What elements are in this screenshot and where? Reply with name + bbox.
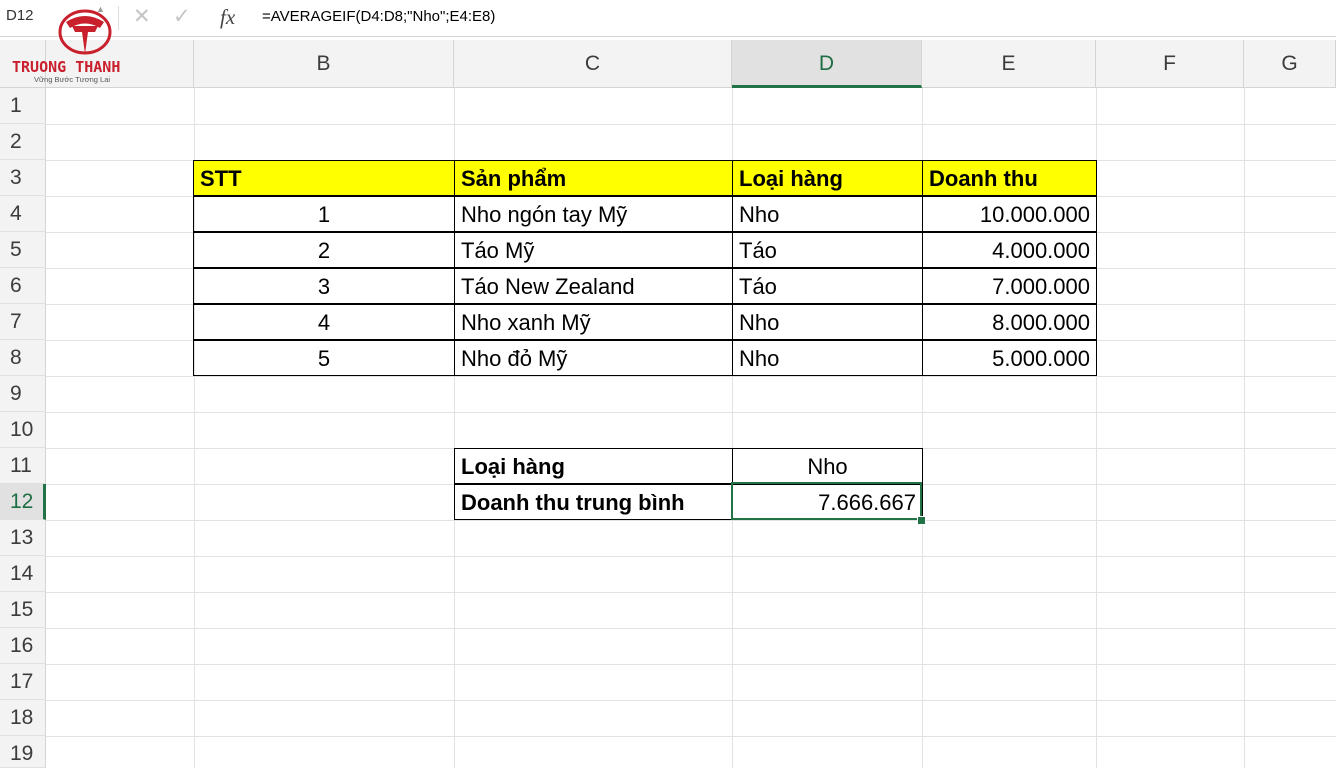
gridline	[46, 412, 1336, 413]
spreadsheet-grid: B C D E F G 1 2 3 4 5 6 7 8 9 10 11 12 1…	[0, 40, 1336, 768]
logo-subtitle: Vững Bước Tương Lai	[34, 75, 111, 84]
table-cell-type[interactable]: Nho	[732, 196, 923, 232]
fill-handle[interactable]	[917, 516, 926, 525]
table-cell-stt[interactable]: 2	[193, 232, 455, 268]
table-cell-type[interactable]: Táo	[732, 268, 923, 304]
table-cell-revenue[interactable]: 7.000.000	[922, 268, 1097, 304]
column-header-d[interactable]: D	[732, 40, 922, 88]
summary-average-label[interactable]: Doanh thu trung bình	[454, 484, 733, 520]
row-header[interactable]: 15	[0, 592, 46, 628]
row-header[interactable]: 9	[0, 376, 46, 412]
table-cell-stt[interactable]: 5	[193, 340, 455, 376]
row-header[interactable]: 8	[0, 340, 46, 376]
row-header[interactable]: 6	[0, 268, 46, 304]
column-header-b[interactable]: B	[194, 40, 454, 88]
row-header[interactable]: 3	[0, 160, 46, 196]
table-cell-product[interactable]: Nho xanh Mỹ	[454, 304, 733, 340]
table-cell-stt[interactable]: 3	[193, 268, 455, 304]
row-header[interactable]: 13	[0, 520, 46, 556]
row-header[interactable]: 14	[0, 556, 46, 592]
gridline	[1244, 88, 1245, 768]
summary-type-label[interactable]: Loại hàng	[454, 448, 733, 484]
row-header[interactable]: 10	[0, 412, 46, 448]
row-header[interactable]: 4	[0, 196, 46, 232]
table-header-product[interactable]: Sản phẩm	[454, 160, 733, 196]
table-cell-product[interactable]: Táo New Zealand	[454, 268, 733, 304]
table-header-revenue[interactable]: Doanh thu	[922, 160, 1097, 196]
table-cell-revenue[interactable]: 8.000.000	[922, 304, 1097, 340]
row-header[interactable]: 11	[0, 448, 46, 484]
row-header[interactable]: 2	[0, 124, 46, 160]
gridline	[46, 376, 1336, 377]
table-cell-type[interactable]: Nho	[732, 304, 923, 340]
gridline	[46, 736, 1336, 737]
summary-average-value[interactable]: 7.666.667	[732, 484, 923, 520]
table-cell-revenue[interactable]: 5.000.000	[922, 340, 1097, 376]
row-header[interactable]: 17	[0, 664, 46, 700]
logo-title: TRUONG THANH	[12, 58, 121, 76]
gridline	[46, 592, 1336, 593]
table-cell-stt[interactable]: 4	[193, 304, 455, 340]
summary-type-value[interactable]: Nho	[732, 448, 923, 484]
column-header-g[interactable]: G	[1244, 40, 1336, 88]
row-header[interactable]: 7	[0, 304, 46, 340]
gridline	[46, 664, 1336, 665]
row-header[interactable]: 5	[0, 232, 46, 268]
table-cell-product[interactable]: Nho đỏ Mỹ	[454, 340, 733, 376]
column-header-c[interactable]: C	[454, 40, 732, 88]
gridline	[46, 124, 1336, 125]
logo-mark-icon	[58, 9, 112, 55]
table-header-stt[interactable]: STT	[193, 160, 455, 196]
logo: TRUONG THANH Vững Bước Tương Lai	[8, 6, 146, 86]
enter-check-icon[interactable]: ✓	[173, 4, 191, 30]
row-header[interactable]: 18	[0, 700, 46, 736]
table-cell-product[interactable]: Nho ngón tay Mỹ	[454, 196, 733, 232]
row-header[interactable]: 1	[0, 88, 46, 124]
gridline	[46, 628, 1336, 629]
gridline	[46, 520, 1336, 521]
table-cell-type[interactable]: Táo	[732, 232, 923, 268]
row-header[interactable]: 19	[0, 736, 46, 768]
column-header-e[interactable]: E	[922, 40, 1096, 88]
gridline	[46, 700, 1336, 701]
column-header-f[interactable]: F	[1096, 40, 1244, 88]
table-cell-product[interactable]: Táo Mỹ	[454, 232, 733, 268]
row-header-active[interactable]: 12	[0, 484, 46, 520]
table-header-type[interactable]: Loại hàng	[732, 160, 923, 196]
formula-bar: D12 ▲ ✕ ✓ fx =AVERAGEIF(D4:D8;"Nho";E4:E…	[0, 0, 1336, 37]
table-cell-revenue[interactable]: 10.000.000	[922, 196, 1097, 232]
gridline	[46, 556, 1336, 557]
insert-function-icon[interactable]: fx	[220, 4, 235, 30]
table-cell-type[interactable]: Nho	[732, 340, 923, 376]
table-cell-revenue[interactable]: 4.000.000	[922, 232, 1097, 268]
formula-input[interactable]: =AVERAGEIF(D4:D8;"Nho";E4:E8)	[262, 8, 495, 25]
row-header[interactable]: 16	[0, 628, 46, 664]
table-cell-stt[interactable]: 1	[193, 196, 455, 232]
